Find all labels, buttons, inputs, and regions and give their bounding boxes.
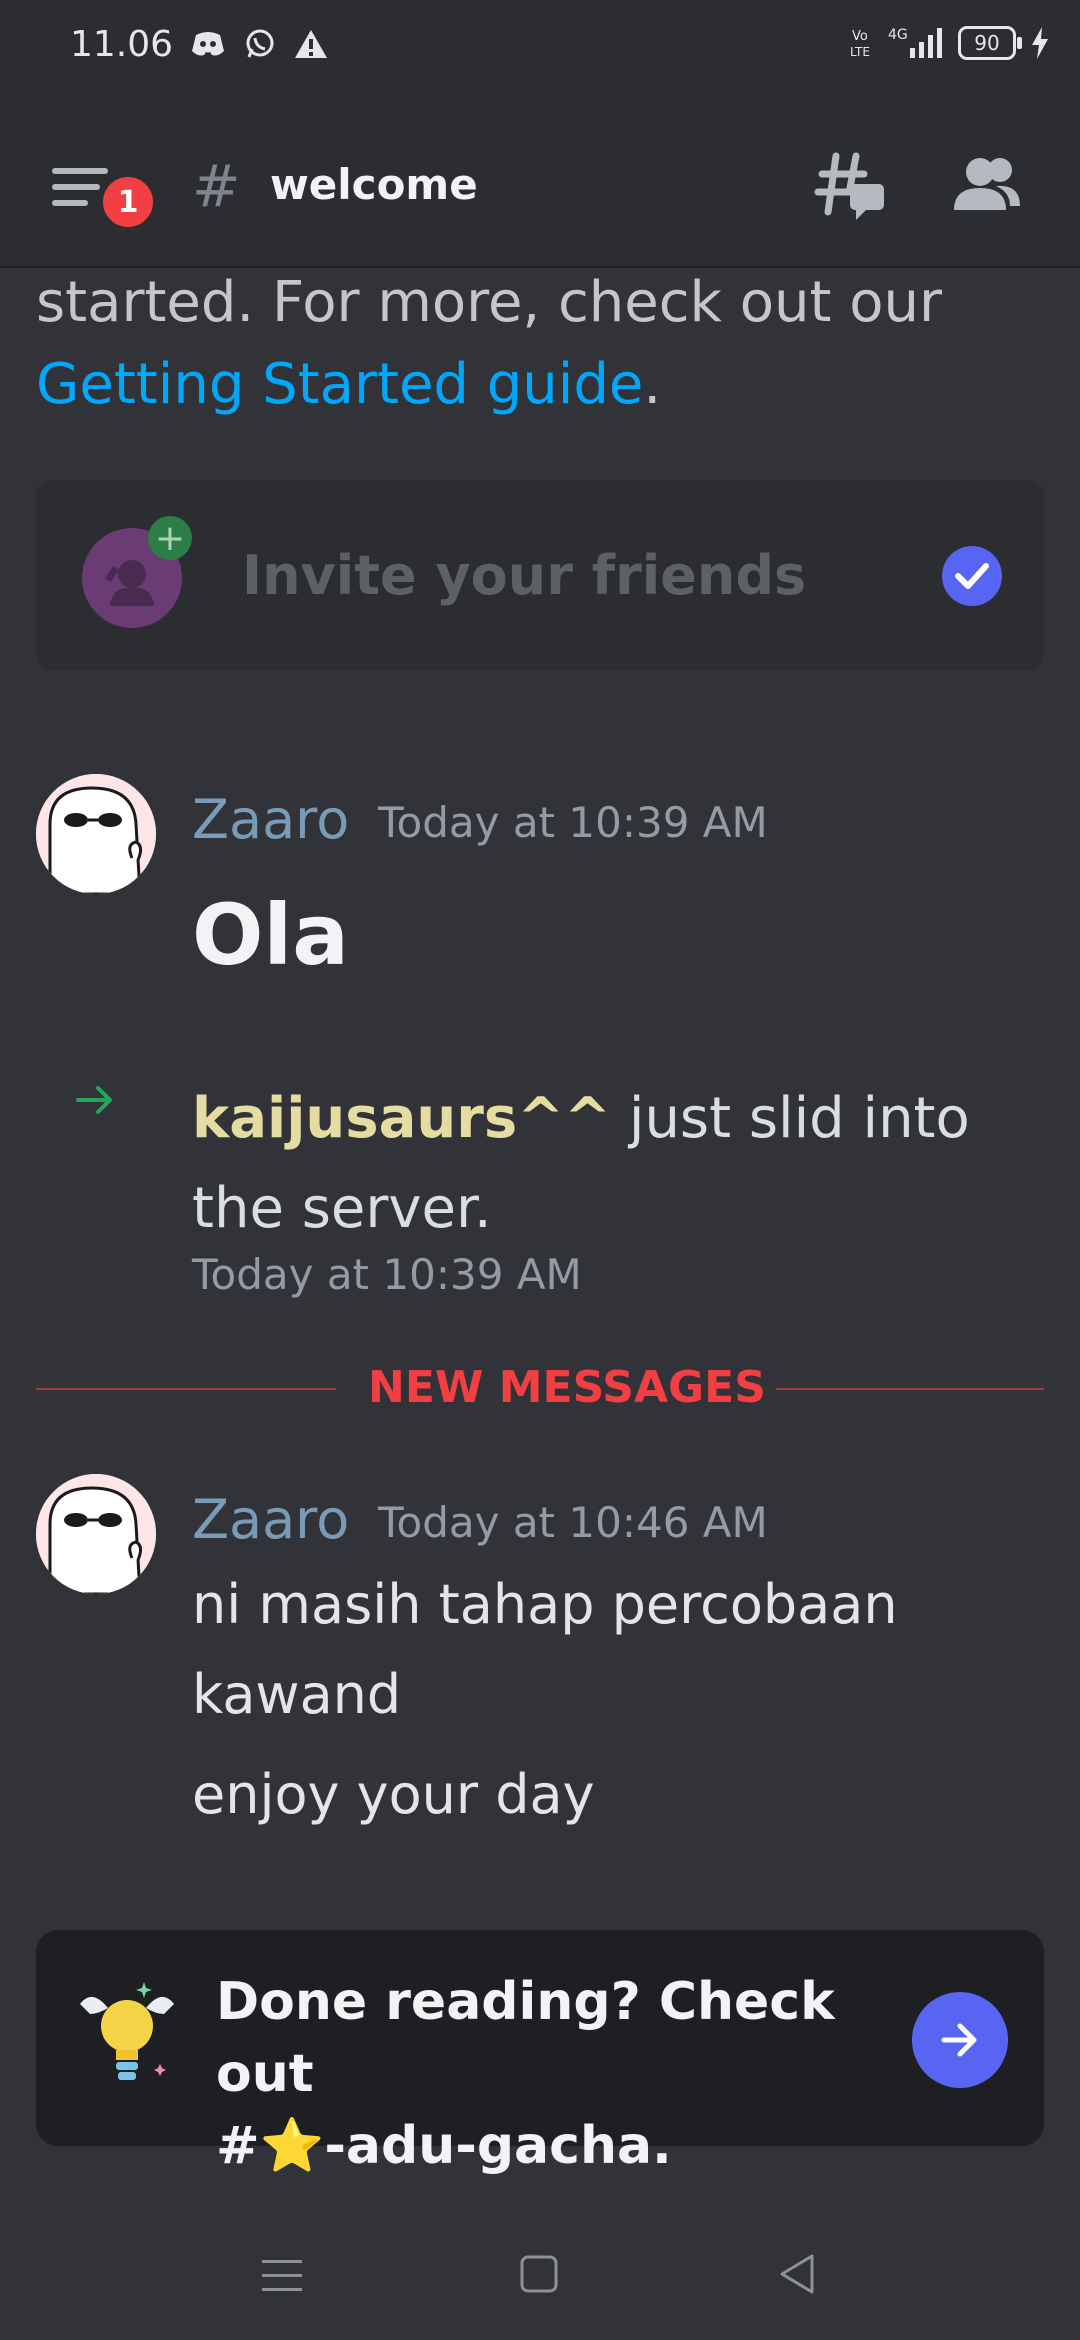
next-channel-card[interactable]: Done reading? Check out #⭐-adu-gacha. bbox=[36, 1930, 1044, 2176]
signal-icon: 4G bbox=[888, 27, 942, 58]
warning-icon bbox=[295, 30, 327, 58]
channel-hash-icon: # bbox=[192, 152, 241, 220]
invite-label: Invite your friends bbox=[242, 544, 807, 607]
channel-header: # welcome bbox=[0, 96, 1080, 268]
intro-text: started. For more, check out our Getting… bbox=[36, 262, 1046, 426]
next-channel-button[interactable] bbox=[912, 1992, 1008, 2088]
threads-icon[interactable] bbox=[812, 148, 884, 220]
message-timestamp: Today at 10:46 AM bbox=[378, 1498, 768, 1547]
whatsapp-icon bbox=[246, 29, 274, 58]
back-icon[interactable] bbox=[768, 2250, 828, 2300]
lightbulb-icon bbox=[80, 1982, 174, 2080]
channel-name[interactable]: welcome bbox=[270, 160, 478, 209]
intro-text-body: started. For more, check out our bbox=[36, 270, 943, 335]
next-channel-prompt: Done reading? Check out bbox=[216, 1972, 835, 2104]
join-username[interactable]: kaijusaurs^^ bbox=[192, 1086, 611, 1151]
battery-icon: 90 bbox=[958, 26, 1022, 60]
message-author[interactable]: Zaaro bbox=[192, 1488, 349, 1551]
intro-period: . bbox=[643, 352, 662, 417]
status-time: 11.06 bbox=[70, 24, 174, 65]
discord-icon bbox=[192, 32, 224, 56]
members-icon[interactable] bbox=[952, 154, 1022, 214]
add-icon: + bbox=[148, 516, 192, 560]
avatar[interactable] bbox=[36, 774, 156, 894]
charging-icon bbox=[1032, 27, 1048, 59]
status-bar: 11.06 Vo LTE 4G 90 bbox=[0, 0, 1080, 96]
home-icon[interactable] bbox=[510, 2250, 570, 2300]
message-author[interactable]: Zaaro bbox=[192, 788, 349, 851]
join-timestamp: Today at 10:39 AM bbox=[192, 1250, 582, 1299]
message-text: ni masih tahap percobaan kawand bbox=[192, 1573, 898, 1726]
svg-text:Vo: Vo bbox=[852, 29, 868, 44]
getting-started-link[interactable]: Getting Started guide bbox=[36, 352, 643, 417]
next-channel-name: #⭐-adu-gacha. bbox=[216, 2116, 672, 2176]
unread-badge: 1 bbox=[98, 172, 158, 232]
avatar-illustration bbox=[36, 1474, 156, 1594]
message-timestamp: Today at 10:39 AM bbox=[378, 798, 768, 847]
svg-text:4G: 4G bbox=[888, 27, 908, 43]
avatar-illustration bbox=[36, 774, 156, 894]
recents-icon[interactable] bbox=[252, 2250, 312, 2300]
avatar[interactable] bbox=[36, 1474, 156, 1594]
system-icons: Vo LTE 4G 90 bbox=[850, 26, 1050, 60]
join-message: kaijusaurs^^ just slid into the server. bbox=[192, 1074, 1032, 1254]
arrow-right-icon bbox=[941, 2023, 977, 2057]
invite-friends-card[interactable]: + Invite your friends bbox=[36, 480, 1044, 670]
next-channel-text: Done reading? Check out #⭐-adu-gacha. bbox=[216, 1966, 876, 2182]
system-nav-bar bbox=[0, 2210, 1080, 2340]
svg-text:LTE: LTE bbox=[850, 45, 870, 59]
notification-icons bbox=[190, 28, 328, 60]
join-arrow-icon bbox=[76, 1086, 112, 1114]
message-text: Ola bbox=[192, 886, 349, 984]
message-text: enjoy your day bbox=[192, 1763, 595, 1826]
volte-icon: VoLTE bbox=[850, 29, 870, 59]
new-messages-label: NEW MESSAGES bbox=[358, 1362, 776, 1413]
checkmark-icon bbox=[942, 546, 1002, 606]
